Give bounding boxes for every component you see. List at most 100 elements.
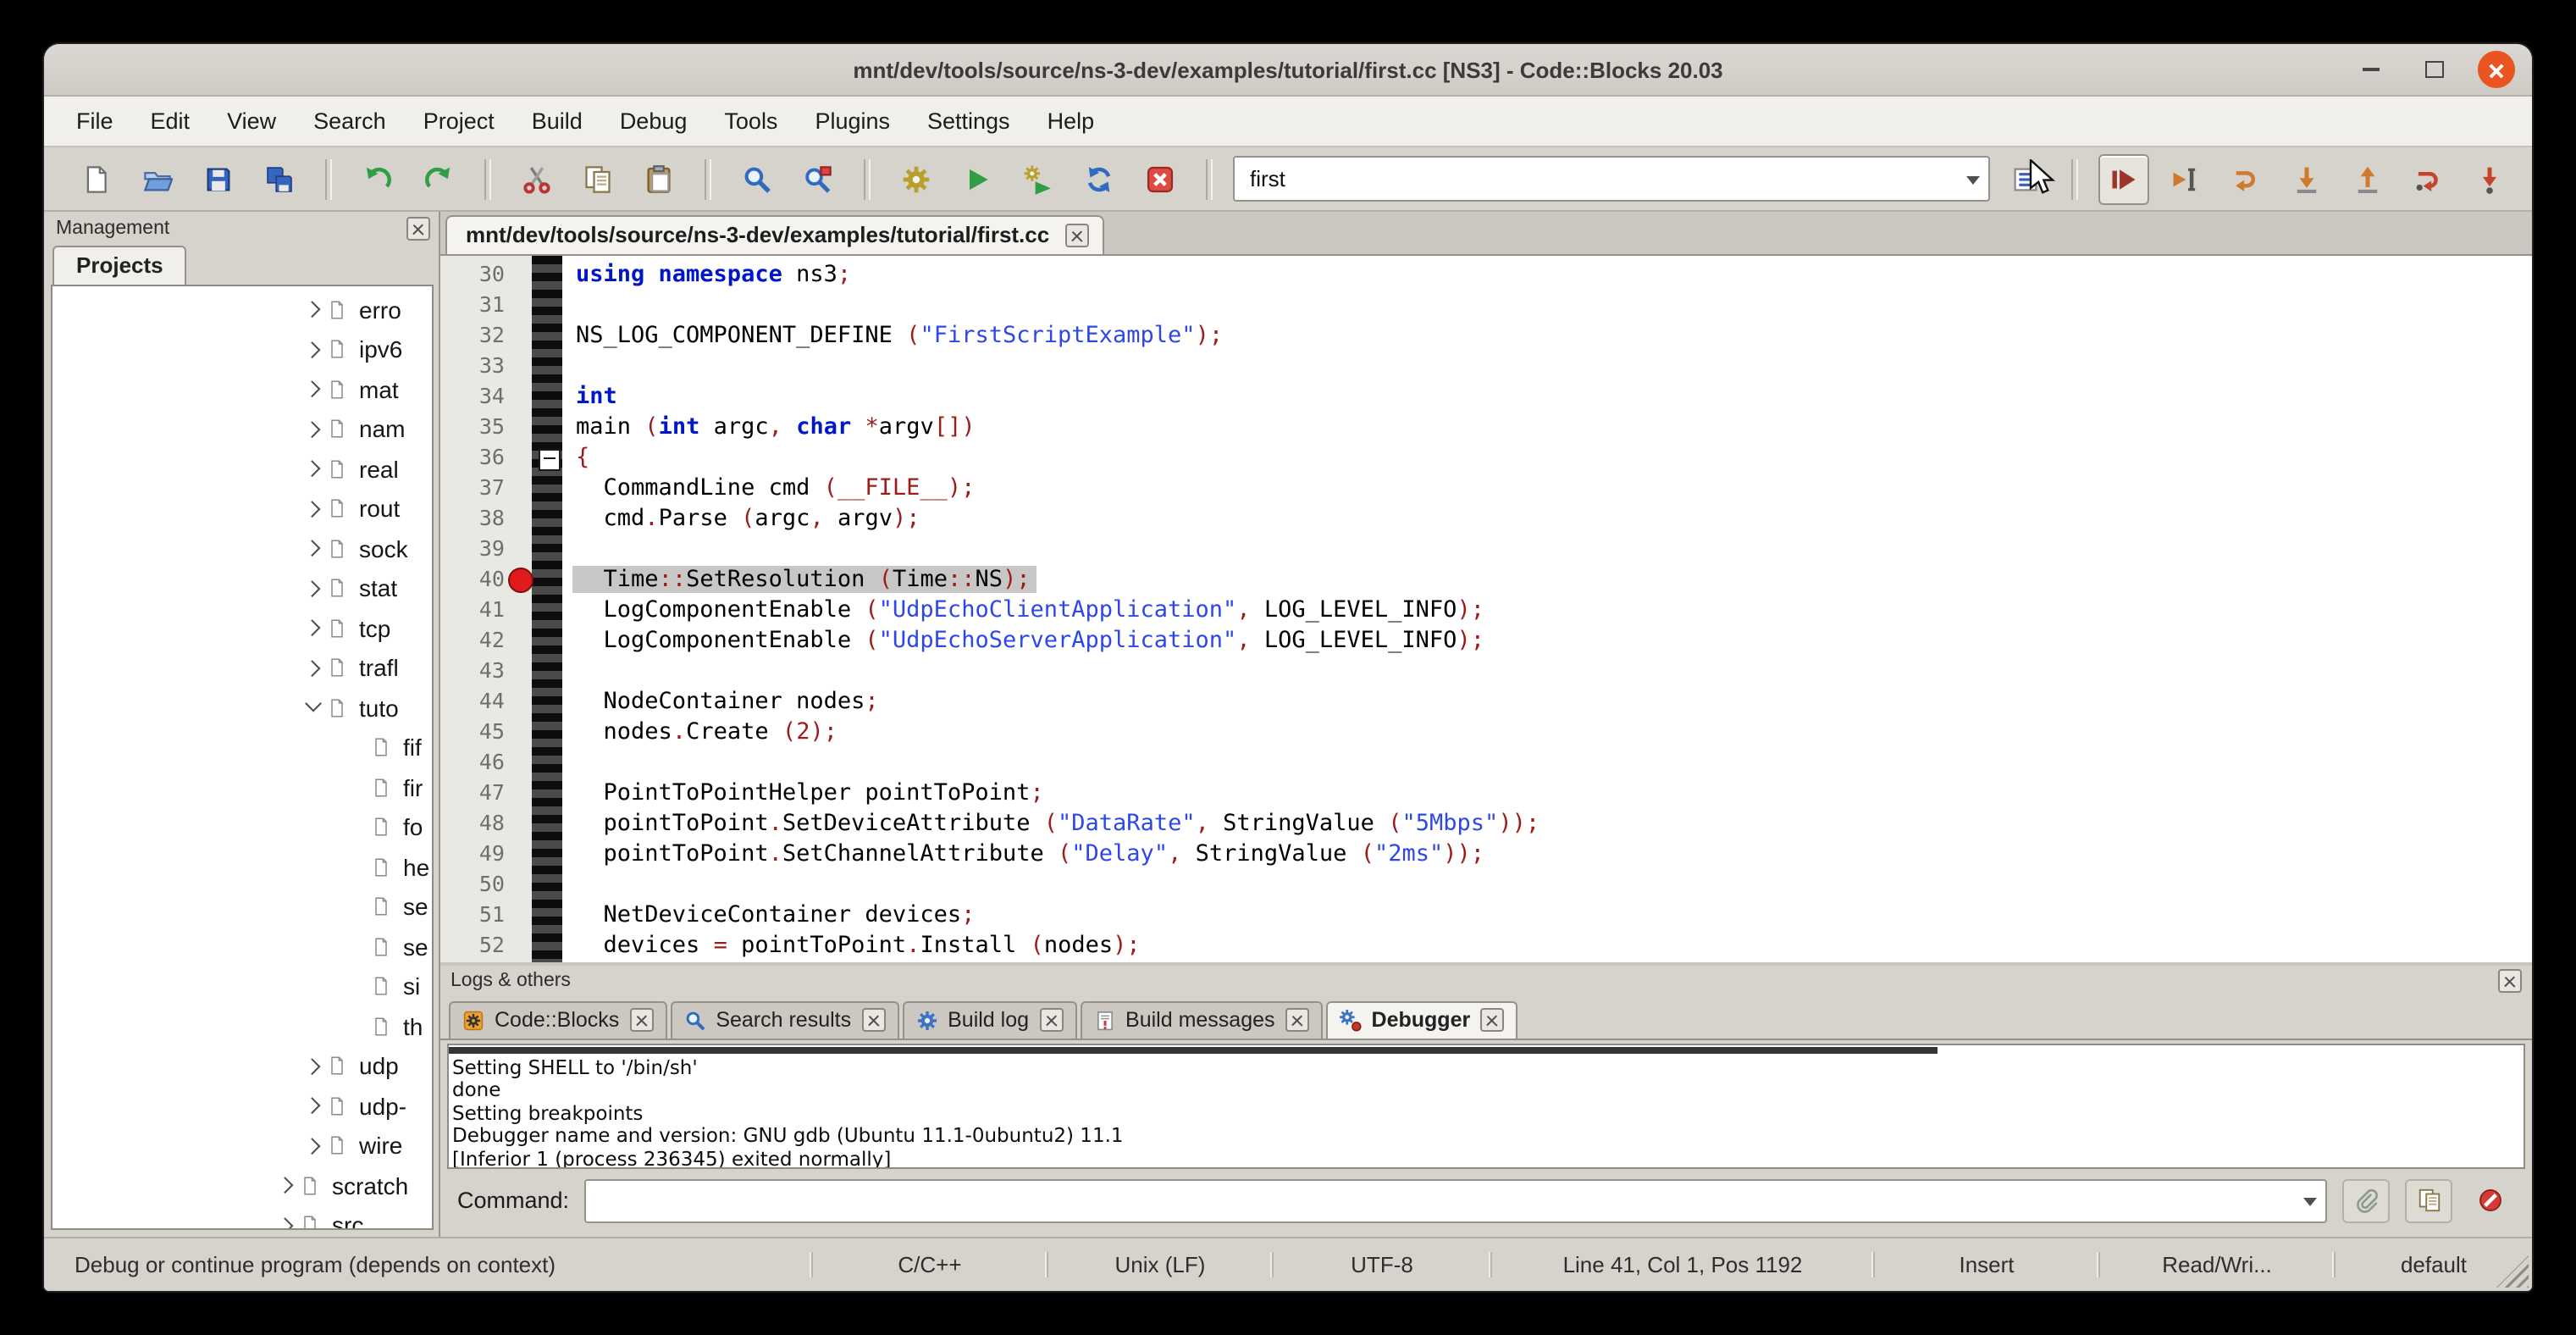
line-number[interactable]: 38: [440, 503, 505, 534]
code-line[interactable]: 49 pointToPoint.SetChannelAttribute ("De…: [440, 839, 2532, 869]
new-file-button[interactable]: [71, 153, 122, 204]
menu-view[interactable]: View: [208, 97, 295, 146]
chevron-down-icon[interactable]: [1958, 158, 1988, 200]
code-line[interactable]: 31: [440, 290, 2532, 320]
next-instruction-button[interactable]: [2403, 153, 2454, 204]
line-number[interactable]: 44: [440, 686, 505, 717]
menu-file[interactable]: File: [58, 97, 132, 146]
tree-item[interactable]: se: [53, 927, 432, 967]
step-into-instruction-button[interactable]: [2464, 153, 2515, 204]
chevron-right-icon[interactable]: [301, 656, 327, 681]
line-number[interactable]: 50: [440, 869, 505, 900]
chevron-right-icon[interactable]: [301, 616, 327, 641]
save-button[interactable]: [193, 153, 244, 204]
code-line[interactable]: 52 devices = pointToPoint.Install (nodes…: [440, 930, 2532, 961]
menu-build[interactable]: Build: [513, 97, 601, 146]
redo-button[interactable]: [413, 153, 464, 204]
line-number[interactable]: 46: [440, 747, 505, 778]
code-line[interactable]: 33: [440, 351, 2532, 381]
chevron-right-icon[interactable]: [301, 457, 327, 482]
code-line[interactable]: 32NS_LOG_COMPONENT_DEFINE ("FirstScriptE…: [440, 320, 2532, 351]
tree-item[interactable]: stat: [53, 568, 432, 608]
find-button[interactable]: [732, 153, 782, 204]
chevron-down-icon[interactable]: [301, 695, 327, 721]
code-line[interactable]: 47 PointToPointHelper pointToPoint;: [440, 778, 2532, 808]
step-out-button[interactable]: [2342, 153, 2393, 204]
chevron-right-icon[interactable]: [301, 337, 327, 363]
cut-button[interactable]: [511, 153, 562, 204]
code-line[interactable]: 48 pointToPoint.SetDeviceAttribute ("Dat…: [440, 808, 2532, 839]
code-line[interactable]: 35main (int argc, char *argv[]): [440, 412, 2532, 442]
undo-button[interactable]: [352, 153, 403, 204]
tree-item[interactable]: rout: [53, 489, 432, 529]
tree-item[interactable]: src: [53, 1205, 432, 1230]
code-line[interactable]: 46: [440, 747, 2532, 778]
code-line[interactable]: 30using namespace ns3;: [440, 259, 2532, 290]
chevron-right-icon[interactable]: [301, 496, 327, 522]
menu-edit[interactable]: Edit: [132, 97, 209, 146]
tree-item[interactable]: mat: [53, 369, 432, 409]
code-line[interactable]: 39: [440, 534, 2532, 564]
chevron-right-icon[interactable]: [274, 1213, 300, 1231]
tree-item[interactable]: th: [53, 1006, 432, 1046]
code-line[interactable]: 50: [440, 869, 2532, 900]
line-number[interactable]: 45: [440, 717, 505, 747]
chevron-right-icon[interactable]: [301, 417, 327, 442]
code-line[interactable]: 51 NetDeviceContainer devices;: [440, 900, 2532, 930]
fold-marker-icon[interactable]: [538, 448, 560, 470]
replace-button[interactable]: [793, 153, 843, 204]
close-icon[interactable]: [861, 1008, 885, 1032]
tab-build-log[interactable]: Build log: [902, 1001, 1076, 1039]
tree-item[interactable]: real: [53, 449, 432, 489]
breakpoint-icon[interactable]: [508, 568, 533, 593]
menu-help[interactable]: Help: [1029, 97, 1114, 146]
line-number[interactable]: 39: [440, 534, 505, 564]
tree-item[interactable]: wire: [53, 1126, 432, 1166]
tab-debugger[interactable]: Debugger: [1326, 1001, 1518, 1039]
tree-item[interactable]: sock: [53, 529, 432, 568]
menu-tools[interactable]: Tools: [705, 97, 796, 146]
paste-button[interactable]: [633, 153, 684, 204]
build-target-select[interactable]: first: [1233, 156, 1990, 202]
close-button[interactable]: [2478, 51, 2515, 88]
paperclip-button[interactable]: [2342, 1178, 2390, 1222]
tree-item[interactable]: fir: [53, 767, 432, 807]
line-number[interactable]: 47: [440, 778, 505, 808]
build-button[interactable]: [891, 153, 942, 204]
menu-plugins[interactable]: Plugins: [796, 97, 909, 146]
chevron-right-icon[interactable]: [301, 536, 327, 562]
code-line[interactable]: 43: [440, 656, 2532, 686]
line-number[interactable]: 49: [440, 839, 505, 869]
editor-tab[interactable]: mnt/dev/tools/source/ns-3-dev/examples/t…: [445, 215, 1103, 254]
chevron-right-icon[interactable]: [301, 297, 327, 323]
chevron-right-icon[interactable]: [301, 1094, 327, 1119]
line-number[interactable]: 48: [440, 808, 505, 839]
tree-item[interactable]: udp: [53, 1046, 432, 1086]
code-line[interactable]: 41 LogComponentEnable ("UdpEchoClientApp…: [440, 595, 2532, 625]
tab-code-blocks[interactable]: Code::Blocks: [449, 1001, 666, 1039]
menu-settings[interactable]: Settings: [909, 97, 1029, 146]
copy-button[interactable]: [572, 153, 623, 204]
chevron-right-icon[interactable]: [301, 1054, 327, 1079]
rebuild-button[interactable]: [1074, 153, 1125, 204]
line-number[interactable]: 32: [440, 320, 505, 351]
code-line[interactable]: 38 cmd.Parse (argc, argv);: [440, 503, 2532, 534]
tree-item[interactable]: scratch: [53, 1166, 432, 1205]
tree-item[interactable]: he: [53, 847, 432, 887]
maximize-button[interactable]: [2415, 51, 2452, 88]
tree-item[interactable]: fif: [53, 728, 432, 767]
line-number[interactable]: 42: [440, 625, 505, 656]
tree-item[interactable]: tuto: [53, 688, 432, 728]
copy-button[interactable]: [2405, 1178, 2452, 1222]
close-icon[interactable]: [1064, 223, 1088, 247]
tree-item[interactable]: trafl: [53, 648, 432, 688]
chevron-down-icon[interactable]: [2295, 1180, 2325, 1221]
tree-item[interactable]: se: [53, 887, 432, 927]
line-number[interactable]: 34: [440, 381, 505, 412]
close-icon[interactable]: [406, 216, 430, 240]
chevron-right-icon[interactable]: [274, 1173, 300, 1199]
close-icon[interactable]: [1480, 1008, 1504, 1032]
line-number[interactable]: 30: [440, 259, 505, 290]
tab-build-messages[interactable]: Build messages: [1080, 1001, 1323, 1039]
code-line[interactable]: 42 LogComponentEnable ("UdpEchoServerApp…: [440, 625, 2532, 656]
